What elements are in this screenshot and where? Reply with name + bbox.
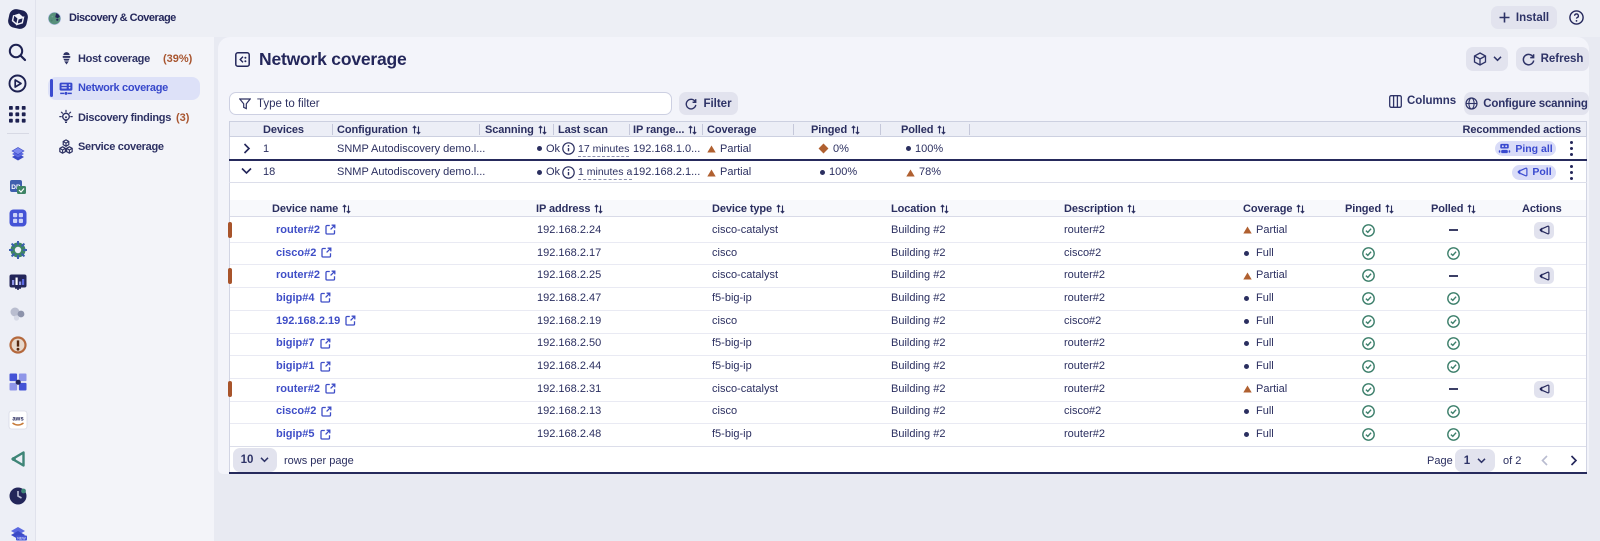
svg-text:aws: aws (12, 417, 24, 423)
svg-text:NEW: NEW (17, 537, 26, 541)
